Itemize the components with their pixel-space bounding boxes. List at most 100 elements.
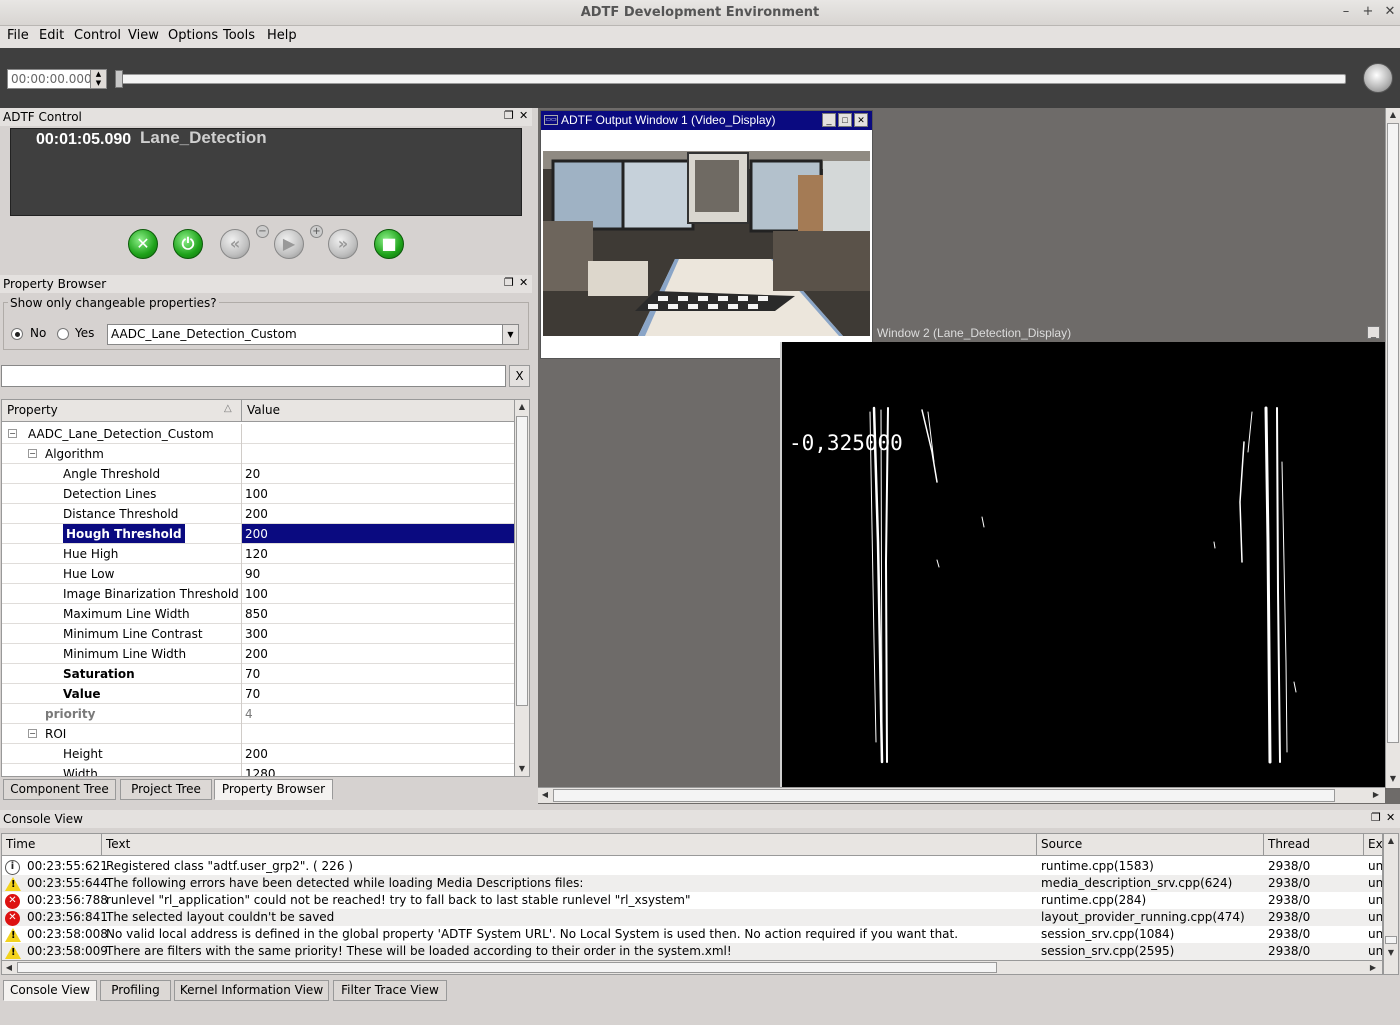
menu-help[interactable]: Help	[267, 28, 297, 43]
property-value[interactable]: 300	[245, 627, 268, 641]
property-row[interactable]: Minimum Line Width 200	[2, 644, 514, 664]
stop-button[interactable]: ■	[374, 229, 404, 259]
column-time[interactable]: Time	[6, 837, 35, 851]
output-window-1-titlebar[interactable]: ▭▭ ADTF Output Window 1 (Video_Display) …	[541, 111, 872, 130]
property-row[interactable]: Saturation 70	[2, 664, 514, 684]
property-value[interactable]: 70	[245, 687, 260, 701]
chevron-down-icon[interactable]: ▼	[502, 325, 518, 344]
scroll-up-icon[interactable]: ▲	[1386, 108, 1400, 122]
menu-options[interactable]: Options	[168, 28, 218, 43]
spin-up-icon[interactable]: ▲	[91, 70, 106, 79]
collapse-icon[interactable]: −	[8, 429, 17, 438]
property-grid-scrollbar[interactable]: ▲ ▼	[514, 399, 530, 777]
radio-no[interactable]	[11, 328, 23, 340]
property-row[interactable]: − Algorithm	[2, 444, 514, 464]
radio-yes[interactable]	[57, 328, 69, 340]
menu-view[interactable]: View	[128, 28, 159, 43]
scroll-thumb[interactable]	[1387, 123, 1399, 743]
tab-component-tree[interactable]: Component Tree	[3, 779, 116, 800]
fast-forward-button[interactable]: »	[328, 229, 358, 259]
float-icon[interactable]: ❐	[504, 109, 514, 122]
tab-profiling[interactable]: Profiling	[100, 980, 171, 1001]
filter-combo[interactable]: AADC_Lane_Detection_Custom	[107, 324, 519, 345]
property-row[interactable]: priority 4	[2, 704, 514, 724]
spin-down-icon[interactable]: ▼	[91, 79, 106, 88]
property-value[interactable]: 20	[245, 467, 260, 481]
log-row[interactable]: ✕ 00:23:56:841 The selected layout couldn'…	[2, 909, 1382, 926]
power-button[interactable]: ⏻	[173, 229, 203, 259]
column-text[interactable]: Text	[106, 837, 130, 851]
scroll-down-icon[interactable]: ▼	[515, 762, 529, 776]
float-icon[interactable]: ❐	[1371, 811, 1381, 824]
collapse-icon[interactable]: −	[28, 729, 37, 738]
property-row[interactable]: Angle Threshold 20	[2, 464, 514, 484]
column-value[interactable]: Value	[247, 403, 280, 417]
menu-tools[interactable]: Tools	[223, 28, 255, 43]
property-value[interactable]: 120	[245, 547, 268, 561]
log-row[interactable]: ✕ 00:23:56:788 runlevel "rl_application" c…	[2, 892, 1382, 909]
close-icon[interactable]: ✕	[1386, 811, 1395, 824]
property-value[interactable]: 100	[245, 487, 268, 501]
property-value[interactable]: 200	[245, 647, 268, 661]
log-row[interactable]: i 00:23:55:621 Registered class "adtf.use…	[2, 858, 1382, 875]
column-property[interactable]: Property	[7, 403, 58, 417]
log-row[interactable]: 00:23:58:008No valid local address is de…	[2, 926, 1382, 943]
tab-console-view[interactable]: Console View	[3, 980, 97, 1001]
scroll-up-icon[interactable]: ▲	[1384, 834, 1398, 848]
property-value[interactable]: 70	[245, 667, 260, 681]
menu-edit[interactable]: Edit	[39, 28, 64, 43]
column-ex[interactable]: Ex	[1368, 837, 1382, 851]
property-value[interactable]: 850	[245, 607, 268, 621]
scroll-thumb[interactable]	[516, 416, 528, 706]
scroll-right-icon[interactable]: ▶	[1366, 961, 1380, 975]
clear-filter-button[interactable]: X	[509, 365, 530, 387]
close-config-button[interactable]: ✕	[128, 229, 158, 259]
float-icon[interactable]: ❐	[504, 276, 514, 289]
close-icon[interactable]: ✕	[854, 113, 868, 127]
menu-file[interactable]: File	[7, 28, 29, 43]
property-value[interactable]: 100	[245, 587, 268, 601]
property-row[interactable]: Distance Threshold 200	[2, 504, 514, 524]
tab-filter-trace-view[interactable]: Filter Trace View	[333, 980, 447, 1001]
output-window-2-titlebar[interactable]: Window 2 (Lane_Detection_Display) _	[875, 325, 1385, 342]
timeline-slider[interactable]	[118, 74, 1346, 84]
scroll-thumb[interactable]	[1385, 936, 1397, 944]
log-row[interactable]: 00:23:58:009There are filters with the s…	[2, 943, 1382, 960]
mdi-horizontal-scrollbar[interactable]: ◀ ▶	[538, 787, 1385, 803]
timeline-slider-handle[interactable]	[115, 70, 123, 88]
property-row[interactable]: − ROI	[2, 724, 514, 744]
log-row[interactable]: 00:23:55:644The following errors have be…	[2, 875, 1382, 892]
scroll-down-icon[interactable]: ▼	[1384, 946, 1398, 960]
column-thread[interactable]: Thread	[1268, 837, 1310, 851]
menu-control[interactable]: Control	[74, 28, 121, 43]
scroll-thumb[interactable]	[553, 789, 1335, 802]
maximize-icon[interactable]: □	[838, 113, 852, 127]
tab-project-tree[interactable]: Project Tree	[120, 779, 212, 800]
property-row[interactable]: Hough Threshold 200	[2, 524, 514, 544]
record-button[interactable]	[1363, 63, 1393, 93]
property-row[interactable]: Maximum Line Width 850	[2, 604, 514, 624]
play-button[interactable]: ▶	[274, 229, 304, 259]
property-value[interactable]: 90	[245, 567, 260, 581]
property-row[interactable]: Image Binarization Threshold 100	[2, 584, 514, 604]
property-value[interactable]: 4	[245, 707, 253, 721]
maximize-button[interactable]: +	[1360, 4, 1376, 20]
scroll-right-icon[interactable]: ▶	[1369, 788, 1383, 802]
property-row[interactable]: Value 70	[2, 684, 514, 704]
property-row[interactable]: Width 1280	[2, 764, 514, 776]
property-value[interactable]: 200	[245, 527, 268, 541]
minimize-button[interactable]: –	[1338, 4, 1354, 20]
scroll-left-icon[interactable]: ◀	[2, 961, 16, 975]
property-row[interactable]: Hue Low 90	[2, 564, 514, 584]
property-value[interactable]: 200	[245, 507, 268, 521]
scroll-thumb[interactable]	[17, 962, 997, 973]
property-row[interactable]: Detection Lines 100	[2, 484, 514, 504]
property-row[interactable]: Minimum Line Contrast 300	[2, 624, 514, 644]
property-value[interactable]: 1280	[245, 767, 276, 776]
mdi-vertical-scrollbar[interactable]: ▲ ▼	[1385, 108, 1400, 788]
property-value[interactable]: 200	[245, 747, 268, 761]
plus-icon[interactable]: +	[310, 225, 323, 238]
close-icon[interactable]: ✕	[519, 276, 528, 289]
scroll-left-icon[interactable]: ◀	[538, 788, 552, 802]
console-horizontal-scrollbar[interactable]: ◀ ▶	[2, 960, 1382, 974]
